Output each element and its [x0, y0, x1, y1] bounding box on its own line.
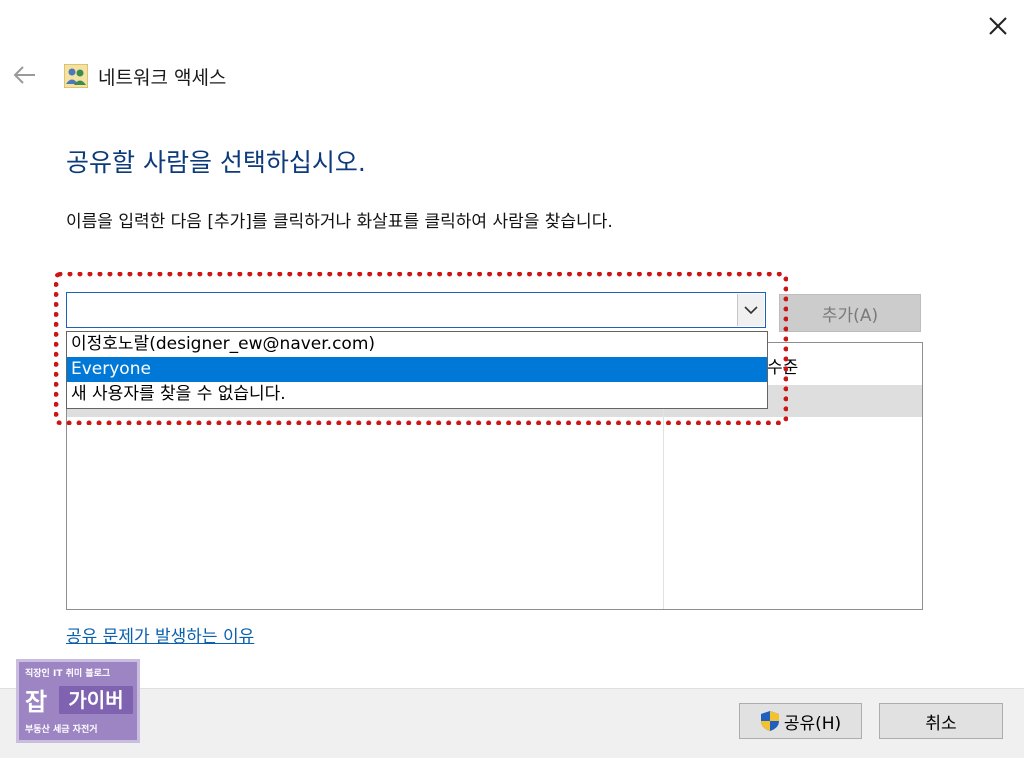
dialog-footer	[0, 688, 1024, 758]
watermark-box-text: 가이버	[59, 686, 133, 714]
share-button[interactable]: 공유(H)	[739, 703, 862, 739]
instruction-text: 이름을 입력한 다음 [추가]를 클릭하거나 화살표를 클릭하여 사람을 찾습니…	[66, 212, 613, 232]
uac-shield-icon	[760, 711, 779, 731]
watermark-bottom-text: 부동산 세금 자전거	[25, 725, 98, 735]
sharing-problem-help-link[interactable]: 공유 문제가 발생하는 이유	[66, 622, 254, 647]
blog-watermark-logo: 직장인 IT 취미 블로그 잡 가이버 부동산 세금 자전거	[16, 659, 140, 743]
close-icon	[989, 17, 1007, 35]
page-heading: 공유할 사람을 선택하십시오.	[66, 148, 366, 177]
share-button-label: 공유(H)	[783, 713, 842, 734]
network-users-icon	[63, 63, 89, 89]
annotation-highlight-box	[54, 272, 788, 425]
window-title: 네트워크 액세스	[98, 67, 227, 89]
back-button[interactable]	[10, 62, 40, 88]
back-arrow-icon	[13, 66, 35, 84]
close-button[interactable]	[978, 8, 1018, 44]
cancel-button[interactable]: 취소	[879, 703, 1003, 739]
add-button[interactable]: 추가(A)	[779, 294, 921, 332]
watermark-big-char: 잡	[25, 688, 48, 716]
watermark-top-text: 직장인 IT 취미 블로그	[25, 669, 111, 679]
